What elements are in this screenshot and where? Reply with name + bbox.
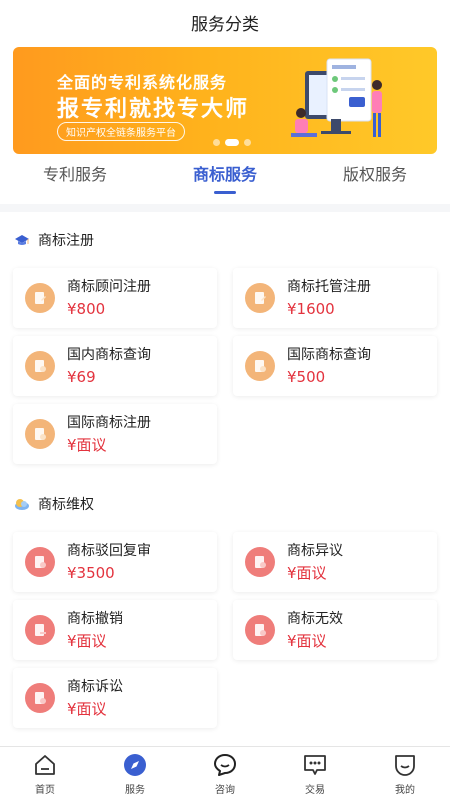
document-alert-icon bbox=[245, 547, 275, 577]
service-price: ¥面议 bbox=[67, 435, 107, 454]
banner-dot[interactable] bbox=[244, 139, 251, 146]
service-card[interactable]: 商标驳回复审 ¥3500 bbox=[13, 532, 217, 592]
section-trademark-registration: 商标注册 bbox=[0, 212, 450, 268]
service-card[interactable]: 商标撤销 ¥面议 bbox=[13, 600, 217, 660]
nav-trade[interactable]: 交易 bbox=[285, 752, 345, 796]
service-name: 商标无效 bbox=[287, 610, 343, 627]
document-search-icon bbox=[25, 351, 55, 381]
nav-label: 服务 bbox=[125, 784, 145, 796]
home-icon bbox=[35, 754, 55, 775]
banner-container: 全面的专利系统化服务 报专利就找专大师 知识产权全链条服务平台 bbox=[0, 44, 450, 158]
service-card[interactable]: 国际商标查询 ¥500 bbox=[233, 336, 437, 396]
service-card[interactable]: 商标诉讼 ¥面议 bbox=[13, 668, 217, 728]
nav-label: 我的 bbox=[395, 784, 415, 796]
document-minus-icon bbox=[25, 547, 55, 577]
banner-line-3: 知识产权全链条服务平台 bbox=[57, 122, 185, 141]
profile-icon bbox=[395, 754, 415, 776]
document-search-icon bbox=[25, 419, 55, 449]
nav-label: 首页 bbox=[35, 784, 55, 796]
banner-dot[interactable] bbox=[213, 139, 220, 146]
nav-label: 咨询 bbox=[215, 784, 235, 796]
compass-icon bbox=[124, 753, 146, 776]
service-name: 商标托管注册 bbox=[287, 278, 371, 295]
service-name: 国际商标注册 bbox=[67, 414, 151, 431]
service-name: 国际商标查询 bbox=[287, 346, 371, 363]
service-price: ¥1600 bbox=[287, 299, 335, 318]
service-list: 商标注册 商标顾问注册 ¥800 商标托管注册 ¥1600 国内商标查询 ¥69… bbox=[0, 212, 450, 746]
service-name: 商标诉讼 bbox=[67, 678, 123, 695]
page-header: 服务分类 bbox=[0, 0, 450, 44]
tab-trademark-service[interactable]: 商标服务 bbox=[173, 158, 277, 204]
nav-home[interactable]: 首页 bbox=[15, 752, 75, 796]
document-check-icon bbox=[25, 683, 55, 713]
document-search-icon bbox=[245, 351, 275, 381]
nav-mine[interactable]: 我的 bbox=[375, 752, 435, 796]
nav-label: 交易 bbox=[305, 784, 325, 796]
service-grid: 商标驳回复审 ¥3500 商标异议 ¥面议 商标撤销 ¥面议 商标无效 ¥面议 … bbox=[0, 532, 450, 728]
service-price: ¥69 bbox=[67, 367, 96, 386]
service-name: 商标异议 bbox=[287, 542, 343, 559]
service-price: ¥面议 bbox=[287, 563, 327, 582]
message-dots-icon bbox=[304, 754, 326, 775]
banner-pagination bbox=[213, 139, 251, 146]
service-card[interactable]: 商标托管注册 ¥1600 bbox=[233, 268, 437, 328]
banner-line-1: 全面的专利系统化服务 bbox=[57, 73, 228, 92]
service-name: 商标顾问注册 bbox=[67, 278, 151, 295]
nav-service[interactable]: 服务 bbox=[105, 752, 165, 796]
service-price: ¥面议 bbox=[67, 631, 107, 650]
tab-patent-service[interactable]: 专利服务 bbox=[23, 158, 127, 204]
service-card[interactable]: 商标异议 ¥面议 bbox=[233, 532, 437, 592]
section-title: 商标注册 bbox=[38, 233, 94, 249]
tab-copyright-service[interactable]: 版权服务 bbox=[323, 158, 427, 204]
promo-banner[interactable]: 全面的专利系统化服务 报专利就找专大师 知识产权全链条服务平台 bbox=[13, 47, 437, 154]
service-card[interactable]: 商标顾问注册 ¥800 bbox=[13, 268, 217, 328]
service-grid: 商标顾问注册 ¥800 商标托管注册 ¥1600 国内商标查询 ¥69 国际商标… bbox=[0, 268, 450, 464]
service-name: 商标撤销 bbox=[67, 610, 123, 627]
bottom-navigation: 首页 服务 咨询 交易 我的 bbox=[0, 746, 450, 800]
service-tabs: 专利服务 商标服务 版权服务 bbox=[0, 158, 450, 204]
service-card[interactable]: 国际商标注册 ¥面议 bbox=[13, 404, 217, 464]
banner-dot-active[interactable] bbox=[225, 139, 239, 146]
service-price: ¥500 bbox=[287, 367, 326, 386]
graduation-cap-icon bbox=[15, 235, 29, 245]
banner-line-2: 报专利就找专大师 bbox=[57, 97, 250, 122]
document-info-icon bbox=[245, 615, 275, 645]
service-price: ¥800 bbox=[67, 299, 106, 318]
banner-illustration bbox=[291, 58, 382, 137]
service-card[interactable]: 商标无效 ¥面议 bbox=[233, 600, 437, 660]
section-trademark-protection: 商标维权 bbox=[0, 476, 450, 532]
service-name: 商标驳回复审 bbox=[67, 542, 151, 559]
page-title: 服务分类 bbox=[191, 14, 259, 35]
nav-consult[interactable]: 咨询 bbox=[195, 752, 255, 796]
document-edit-icon bbox=[25, 283, 55, 313]
document-edit-icon bbox=[245, 283, 275, 313]
shield-cloud-icon bbox=[15, 499, 29, 510]
chat-bubble-icon bbox=[214, 753, 236, 776]
service-price: ¥面议 bbox=[67, 699, 107, 718]
section-title: 商标维权 bbox=[38, 497, 94, 513]
service-price: ¥面议 bbox=[287, 631, 327, 650]
document-remove-icon bbox=[25, 615, 55, 645]
service-price: ¥3500 bbox=[67, 563, 115, 582]
service-card[interactable]: 国内商标查询 ¥69 bbox=[13, 336, 217, 396]
service-name: 国内商标查询 bbox=[67, 346, 151, 363]
